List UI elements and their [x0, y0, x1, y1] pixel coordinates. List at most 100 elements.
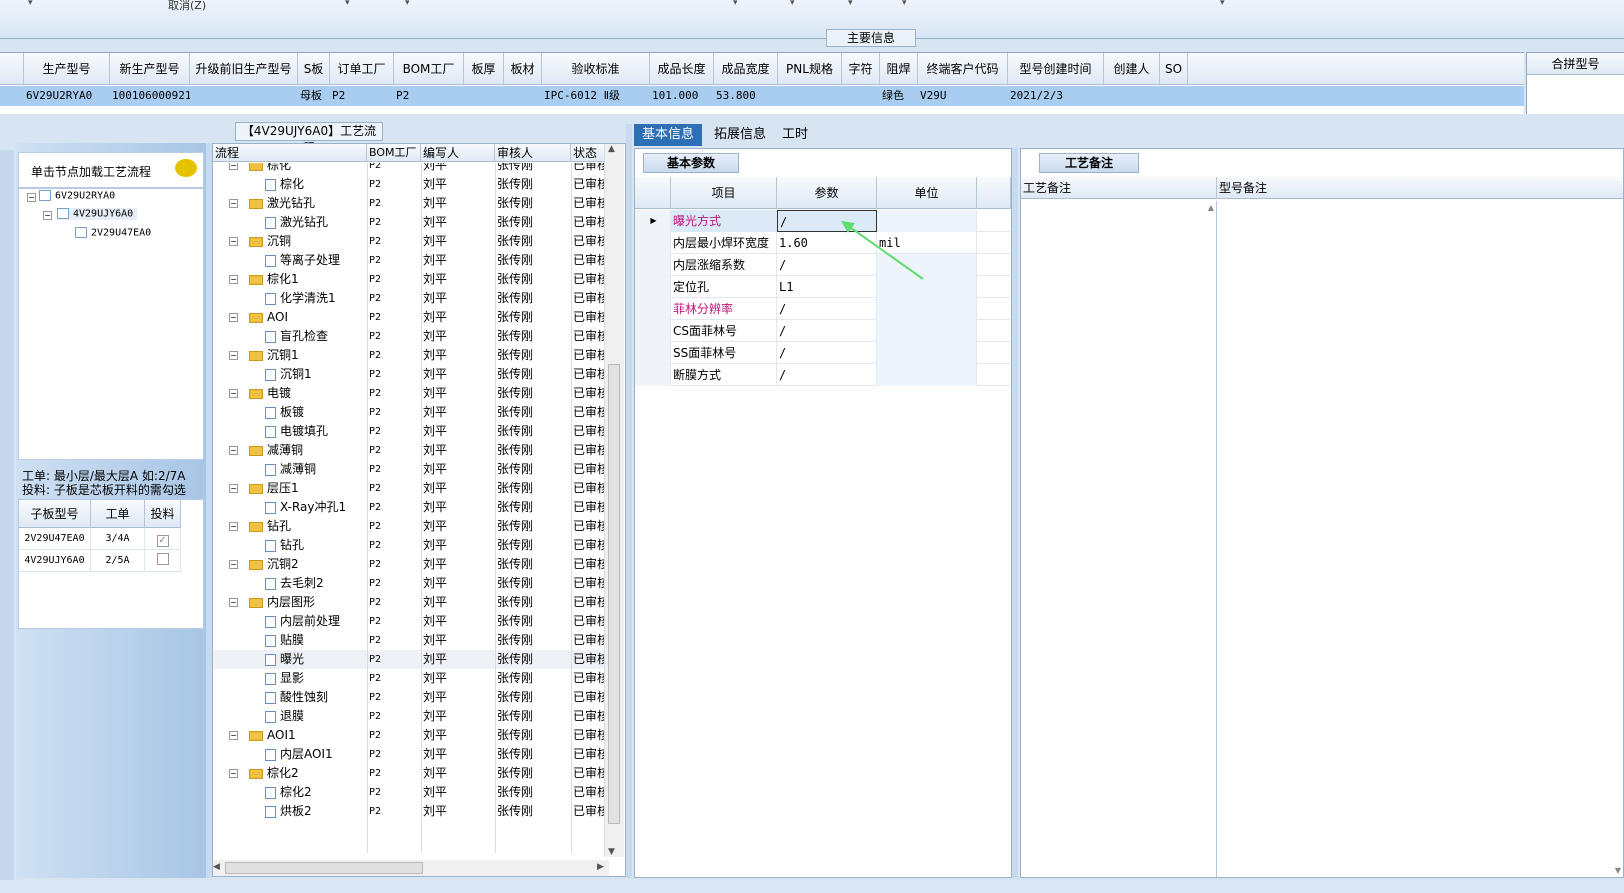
scroll-up-icon[interactable]: ▲ — [608, 144, 615, 154]
flow-row[interactable]: 曝光 P2 刘平 张传刚 已审核 — [213, 650, 609, 669]
model-grid-col-header[interactable]: 板厚 — [464, 53, 504, 85]
flow-step[interactable]: 板镀 — [265, 403, 304, 422]
param-row[interactable]: 菲林分辨率 / — [635, 298, 1011, 320]
dropdown-arrow-icon[interactable]: ▾ — [28, 0, 33, 8]
collapse-icon[interactable]: − — [43, 211, 52, 220]
scroll-down-icon[interactable]: ▼ — [608, 847, 615, 857]
flow-step[interactable]: 内层AOI1 — [265, 745, 333, 764]
param-row[interactable]: SS面菲林号 / — [635, 342, 1011, 364]
collapse-icon[interactable]: − — [229, 163, 238, 170]
model-grid-cell[interactable]: 101.000 — [652, 86, 714, 106]
model-grid-col-header[interactable]: 成品宽度 — [714, 53, 778, 85]
param-row[interactable]: ▶ 曝光方式 / — [635, 210, 1011, 232]
param-unit-cell[interactable] — [877, 342, 977, 364]
collapse-icon[interactable]: − — [229, 731, 238, 740]
splitter[interactable] — [1012, 148, 1018, 878]
table-row[interactable]: 6V29U2RYA010010600092153母板P2P2IPC-6012 Ⅱ… — [0, 86, 1524, 106]
model-grid-cell[interactable]: 53.800 — [716, 86, 778, 106]
model-grid-cell[interactable]: 绿色 — [882, 86, 918, 106]
model-grid-cell[interactable]: P2 — [396, 86, 464, 106]
flow-row[interactable]: 电镀填孔 P2 刘平 张传刚 已审核 — [213, 422, 609, 441]
flow-step[interactable]: 内层图形 — [249, 593, 315, 612]
flow-row[interactable]: − 棕化1 P2 刘平 张传刚 已审核 — [213, 270, 609, 289]
param-row[interactable]: CS面菲林号 / — [635, 320, 1011, 342]
param-row[interactable]: 内层最小焊环宽度 1.60 mil — [635, 232, 1011, 254]
model-grid-cell[interactable]: 6V29U2RYA0 — [26, 86, 110, 106]
flow-row[interactable]: − 内层图形 P2 刘平 张传刚 已审核 — [213, 593, 609, 612]
flow-row[interactable]: 内层前处理 P2 刘平 张传刚 已审核 — [213, 612, 609, 631]
flow-step[interactable]: 等离子处理 — [265, 251, 340, 270]
model-grid-col-header[interactable]: SO — [1160, 53, 1188, 85]
model-grid-col-header[interactable]: 升级前旧生产型号 — [190, 53, 298, 85]
model-grid-cell[interactable] — [192, 86, 298, 106]
cancel-button[interactable]: 取消(Z) — [168, 0, 206, 13]
flow-step[interactable]: 沉铜2 — [249, 555, 299, 574]
model-grid-col-header[interactable]: PNL规格 — [778, 53, 842, 85]
collapse-icon[interactable]: − — [27, 193, 36, 202]
flow-step[interactable]: 去毛刺2 — [265, 574, 324, 593]
dropdown-arrow-icon[interactable]: ▾ — [790, 0, 795, 8]
collapse-icon[interactable]: − — [229, 351, 238, 360]
flow-row[interactable]: 减薄铜 P2 刘平 张传刚 已审核 — [213, 460, 609, 479]
model-grid-cell[interactable] — [466, 86, 504, 106]
flow-row[interactable]: X-Ray冲孔1 P2 刘平 张传刚 已审核 — [213, 498, 609, 517]
collapse-icon[interactable]: − — [229, 598, 238, 607]
flow-step[interactable]: 层压1 — [249, 479, 299, 498]
flow-step[interactable]: 减薄铜 — [249, 441, 303, 460]
model-grid-col-header[interactable]: S板 — [298, 53, 330, 85]
model-grid-col-header[interactable]: BOM工厂 — [394, 53, 464, 85]
flow-step[interactable]: 沉铜1 — [265, 365, 312, 384]
flow-row[interactable]: − 电镀 P2 刘平 张传刚 已审核 — [213, 384, 609, 403]
collapse-icon[interactable]: − — [229, 389, 238, 398]
flow-row[interactable]: 棕化 P2 刘平 张传刚 已审核 — [213, 175, 609, 194]
flow-step[interactable]: 退膜 — [265, 707, 304, 726]
flow-step[interactable]: 曝光 — [265, 650, 304, 669]
collapse-icon[interactable]: − — [229, 275, 238, 284]
flow-step[interactable]: 减薄铜 — [265, 460, 316, 479]
param-value-cell[interactable]: / — [777, 364, 877, 386]
flow-row[interactable]: 退膜 P2 刘平 张传刚 已审核 — [213, 707, 609, 726]
side-dock-strip[interactable] — [0, 150, 14, 880]
dropdown-arrow-icon[interactable]: ▾ — [345, 0, 350, 8]
flow-row[interactable]: − AOI P2 刘平 张传刚 已审核 — [213, 308, 609, 327]
model-grid-col-header[interactable]: 字符 — [842, 53, 880, 85]
tab-extended-info[interactable]: 拓展信息 — [706, 124, 774, 146]
flow-row[interactable]: 等离子处理 P2 刘平 张传刚 已审核 — [213, 251, 609, 270]
flow-step[interactable]: 棕化 — [249, 163, 291, 175]
model-grid-cell[interactable]: 母板 — [300, 86, 330, 106]
flow-step[interactable]: 显影 — [265, 669, 304, 688]
flow-step[interactable]: 内层前处理 — [265, 612, 340, 631]
flow-row[interactable]: − 钻孔 P2 刘平 张传刚 已审核 — [213, 517, 609, 536]
collapse-icon[interactable]: − — [229, 237, 238, 246]
flow-row[interactable]: 显影 P2 刘平 张传刚 已审核 — [213, 669, 609, 688]
param-value-cell[interactable]: / — [777, 298, 877, 320]
tree-node[interactable]: 4V29UJY6A0 — [57, 208, 138, 220]
param-value-cell[interactable]: / — [777, 342, 877, 364]
flow-step[interactable]: 钻孔 — [249, 517, 291, 536]
flow-step[interactable]: 棕化 — [265, 175, 304, 194]
flow-row[interactable]: − 沉铜 P2 刘平 张传刚 已审核 — [213, 232, 609, 251]
flow-row[interactable]: − 棕化2 P2 刘平 张传刚 已审核 — [213, 764, 609, 783]
collapse-icon[interactable]: − — [229, 446, 238, 455]
scroll-left-icon[interactable]: ◀ — [213, 862, 220, 872]
craft-note-textarea[interactable]: ▲ — [1021, 201, 1217, 877]
tab-work-hours[interactable]: 工时 — [774, 124, 816, 146]
flow-step[interactable]: 化学清洗1 — [265, 289, 336, 308]
model-grid-col-header[interactable]: 验收标准 — [542, 53, 650, 85]
model-grid-cell[interactable]: IPC-6012 Ⅱ级 — [544, 86, 650, 106]
flow-step[interactable]: 沉铜1 — [249, 346, 299, 365]
collapse-icon[interactable]: − — [229, 199, 238, 208]
tree-node[interactable]: 6V29U2RYA0 — [39, 190, 115, 202]
flow-row[interactable]: 板镀 P2 刘平 张传刚 已审核 — [213, 403, 609, 422]
flow-step[interactable]: 棕化2 — [249, 764, 299, 783]
flow-step[interactable]: 酸性蚀刻 — [265, 688, 328, 707]
param-unit-cell[interactable] — [877, 364, 977, 386]
flow-step[interactable]: 激光钻孔 — [265, 213, 328, 232]
collapse-icon[interactable]: − — [229, 313, 238, 322]
flow-row[interactable]: 酸性蚀刻 P2 刘平 张传刚 已审核 — [213, 688, 609, 707]
model-grid-col-header[interactable]: 成品长度 — [650, 53, 714, 85]
model-grid-cell[interactable]: 10010600092153 — [112, 86, 190, 106]
model-grid-col-header[interactable]: 创建人 — [1104, 53, 1160, 85]
collapse-icon[interactable]: − — [229, 522, 238, 531]
param-value-cell[interactable]: / — [777, 320, 877, 342]
